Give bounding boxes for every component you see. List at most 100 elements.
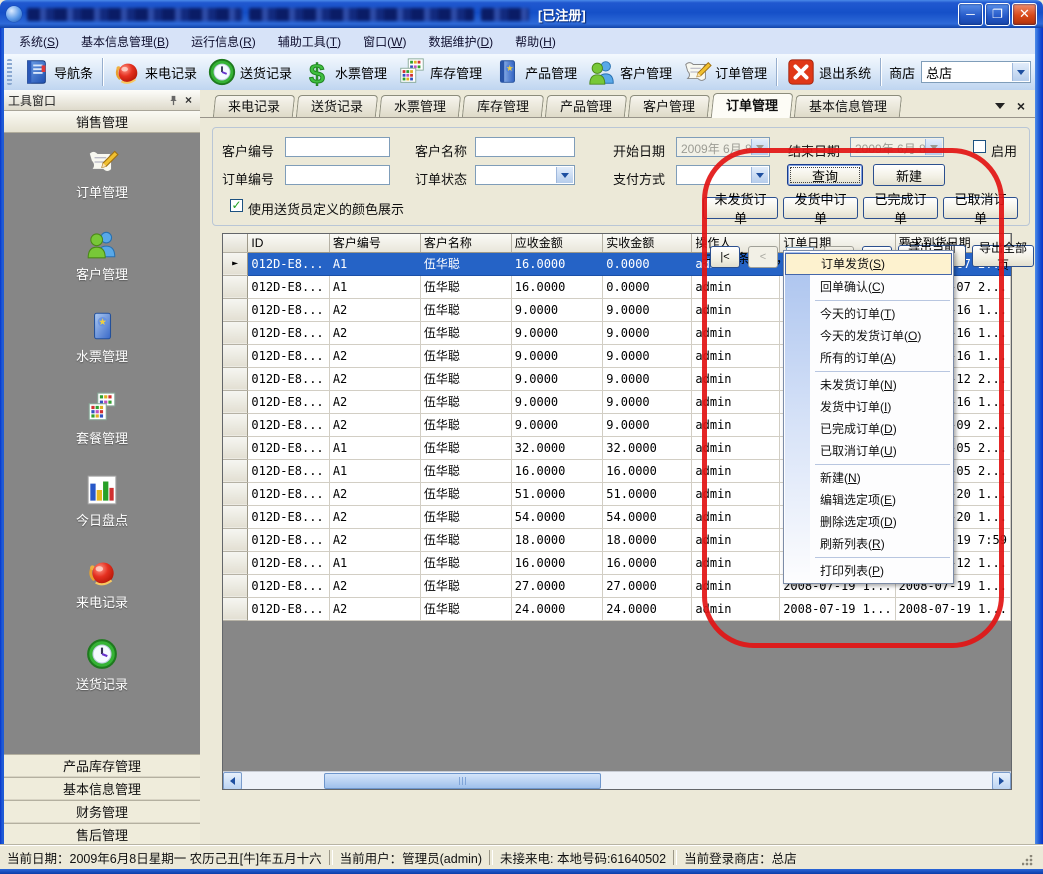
tab-水票管理[interactable]: 水票管理 [379, 95, 461, 117]
tab-list-dropdown-icon[interactable] [995, 103, 1005, 114]
context-menu-item[interactable]: 打印列表P [784, 560, 953, 582]
sidebar-section-sales[interactable]: 销售管理 [4, 111, 200, 133]
shop-select[interactable]: 总店 [921, 61, 1031, 83]
context-menu-item[interactable]: 所有的订单A [784, 347, 953, 369]
prev-page-button[interactable]: < [748, 246, 778, 268]
menubar-item-s[interactable]: 系统S [8, 29, 70, 54]
tab-订单管理[interactable]: 订单管理 [711, 93, 794, 118]
context-menu-item[interactable]: 今天的发货订单O [784, 325, 953, 347]
chevron-down-icon[interactable] [1012, 63, 1029, 81]
start-date-label: 开始日期 [613, 141, 665, 160]
menubar-item-w[interactable]: 窗口W [352, 29, 417, 54]
table-cell: 2008-07-19 1... [780, 597, 895, 620]
tab-产品管理[interactable]: 产品管理 [545, 95, 627, 117]
tab-来电记录[interactable]: 来电记录 [213, 95, 295, 117]
sidebar-item[interactable]: 今日盘点 [76, 473, 128, 529]
menubar-item-r[interactable]: 运行信息R [180, 29, 267, 54]
context-menu-item[interactable]: 发货中订单I [784, 396, 953, 418]
resize-grip[interactable] [1021, 854, 1033, 866]
toolbar-button-orderpen[interactable]: 订单管理 [677, 55, 772, 89]
menubar-item-t[interactable]: 辅助工具T [267, 29, 352, 54]
table-cell: 9.0000 [511, 367, 603, 390]
status-filter-button[interactable]: 已取消订单 [943, 197, 1018, 219]
context-menu-item[interactable]: 编辑选定项E [784, 489, 953, 511]
new-button[interactable]: 新建 [873, 164, 945, 186]
menubar-item-h[interactable]: 帮助H [504, 29, 567, 54]
tab-基本信息管理[interactable]: 基本信息管理 [794, 95, 902, 117]
tool-window-close-icon[interactable]: × [181, 93, 196, 108]
statusbar-text: 未接来电: 本地号码:61640502 [500, 848, 666, 867]
chevron-down-icon[interactable] [751, 167, 768, 183]
sidebar-item[interactable]: 来电记录 [76, 555, 128, 611]
customer-code-input[interactable] [285, 137, 390, 157]
context-menu-item[interactable]: 已完成订单D [784, 418, 953, 440]
sidebar-section-bar[interactable]: 基本信息管理 [4, 777, 200, 800]
context-menu-item[interactable]: 删除选定项D [784, 511, 953, 533]
scrollbar-thumb[interactable] [324, 773, 601, 789]
sidebar-item[interactable]: 送货记录 [76, 637, 128, 693]
toolbar-grip[interactable] [7, 59, 12, 85]
context-menu-item[interactable]: 订单发货S [785, 253, 952, 275]
customer-name-input[interactable] [475, 137, 575, 157]
query-button[interactable]: 查询 [787, 164, 863, 186]
statusbar-text: 当前日期：2009年6月8日星期一 农历己丑[牛]年五月十六 [7, 848, 322, 867]
table-cell: 16.0000 [511, 459, 603, 482]
column-header[interactable]: 客户编号 [329, 234, 420, 252]
sidebar-section-bar[interactable]: 售后管理 [4, 823, 200, 846]
context-menu-item[interactable]: 回单确认C [784, 276, 953, 298]
toolbar-button-clock[interactable]: 送货记录 [202, 55, 297, 89]
tab-close-icon[interactable]: × [1017, 100, 1025, 112]
column-header[interactable]: ID [248, 234, 329, 252]
toolbar-button-grid[interactable]: 库存管理 [392, 55, 487, 89]
horizontal-scrollbar[interactable] [223, 771, 1011, 789]
sidebar-section-bar[interactable]: 产品库存管理 [4, 754, 200, 777]
pin-icon[interactable] [166, 93, 181, 108]
context-menu-item[interactable]: 未发货订单N [784, 374, 953, 396]
sidebar-item[interactable]: ★水票管理 [76, 309, 128, 365]
row-selector [223, 298, 248, 321]
sidebar-item[interactable]: 套餐管理 [76, 391, 128, 447]
scroll-right-icon[interactable] [992, 772, 1011, 790]
tab-客户管理[interactable]: 客户管理 [628, 95, 710, 117]
table-cell: admin [692, 574, 780, 597]
context-menu-item[interactable]: 已取消订单U [784, 440, 953, 462]
export-all-pages-button[interactable]: 导出全部页 [972, 245, 1034, 267]
status-filter-button[interactable]: 发货中订单 [783, 197, 858, 219]
toolbar-button-book[interactable]: 导航条 [16, 55, 98, 89]
scroll-left-icon[interactable] [223, 772, 242, 790]
maximize-button[interactable]: ❐ [985, 3, 1010, 26]
context-menu-item[interactable]: 今天的订单T [784, 303, 953, 325]
sidebar-item[interactable]: 客户管理 [76, 227, 128, 283]
toolbar-button-bell[interactable]: 来电记录 [107, 55, 202, 89]
sidebar-section-bar[interactable]: 财务管理 [4, 800, 200, 823]
context-menu-item[interactable]: 新建N [784, 467, 953, 489]
sidebar-item[interactable]: 订单管理 [76, 145, 128, 201]
menubar-item-b[interactable]: 基本信息管理B [70, 29, 180, 54]
menubar-item-d[interactable]: 数据维护D [417, 29, 504, 54]
chevron-down-icon[interactable] [556, 167, 573, 183]
start-date-picker[interactable]: 2009年 6月 8日 [676, 137, 770, 157]
first-page-button[interactable]: |< [710, 246, 740, 268]
table-row[interactable]: 012D-E8...A2伍华聪24.000024.0000admin2008-0… [223, 597, 1011, 620]
delivery-color-checkbox[interactable] [230, 199, 243, 212]
order-code-input[interactable] [285, 165, 390, 185]
tab-库存管理[interactable]: 库存管理 [462, 95, 544, 117]
minimize-button[interactable]: ─ [958, 3, 983, 26]
toolbar-button-productbook[interactable]: ★产品管理 [487, 55, 582, 89]
toolbar-button-dollar[interactable]: $水票管理 [297, 55, 392, 89]
status-filter-button[interactable]: 未发货订单 [703, 197, 778, 219]
table-cell: 16.0000 [511, 551, 603, 574]
tab-送货记录[interactable]: 送货记录 [296, 95, 378, 117]
toolbar-button-customers[interactable]: 客户管理 [582, 55, 677, 89]
pay-method-select[interactable] [676, 165, 770, 185]
close-button[interactable]: ✕ [1012, 3, 1037, 26]
column-header[interactable]: 客户名称 [420, 234, 511, 252]
end-date-picker[interactable]: 2009年 6月 8日 [850, 137, 944, 157]
table-cell: A1 [329, 252, 420, 275]
toolbar-button-exit[interactable]: 退出系统 [781, 55, 876, 89]
order-status-select[interactable] [475, 165, 575, 185]
status-filter-button[interactable]: 已完成订单 [863, 197, 938, 219]
column-header[interactable]: 应收金额 [511, 234, 603, 252]
enable-date-checkbox[interactable] [973, 140, 986, 153]
context-menu-item[interactable]: 刷新列表R [784, 533, 953, 555]
